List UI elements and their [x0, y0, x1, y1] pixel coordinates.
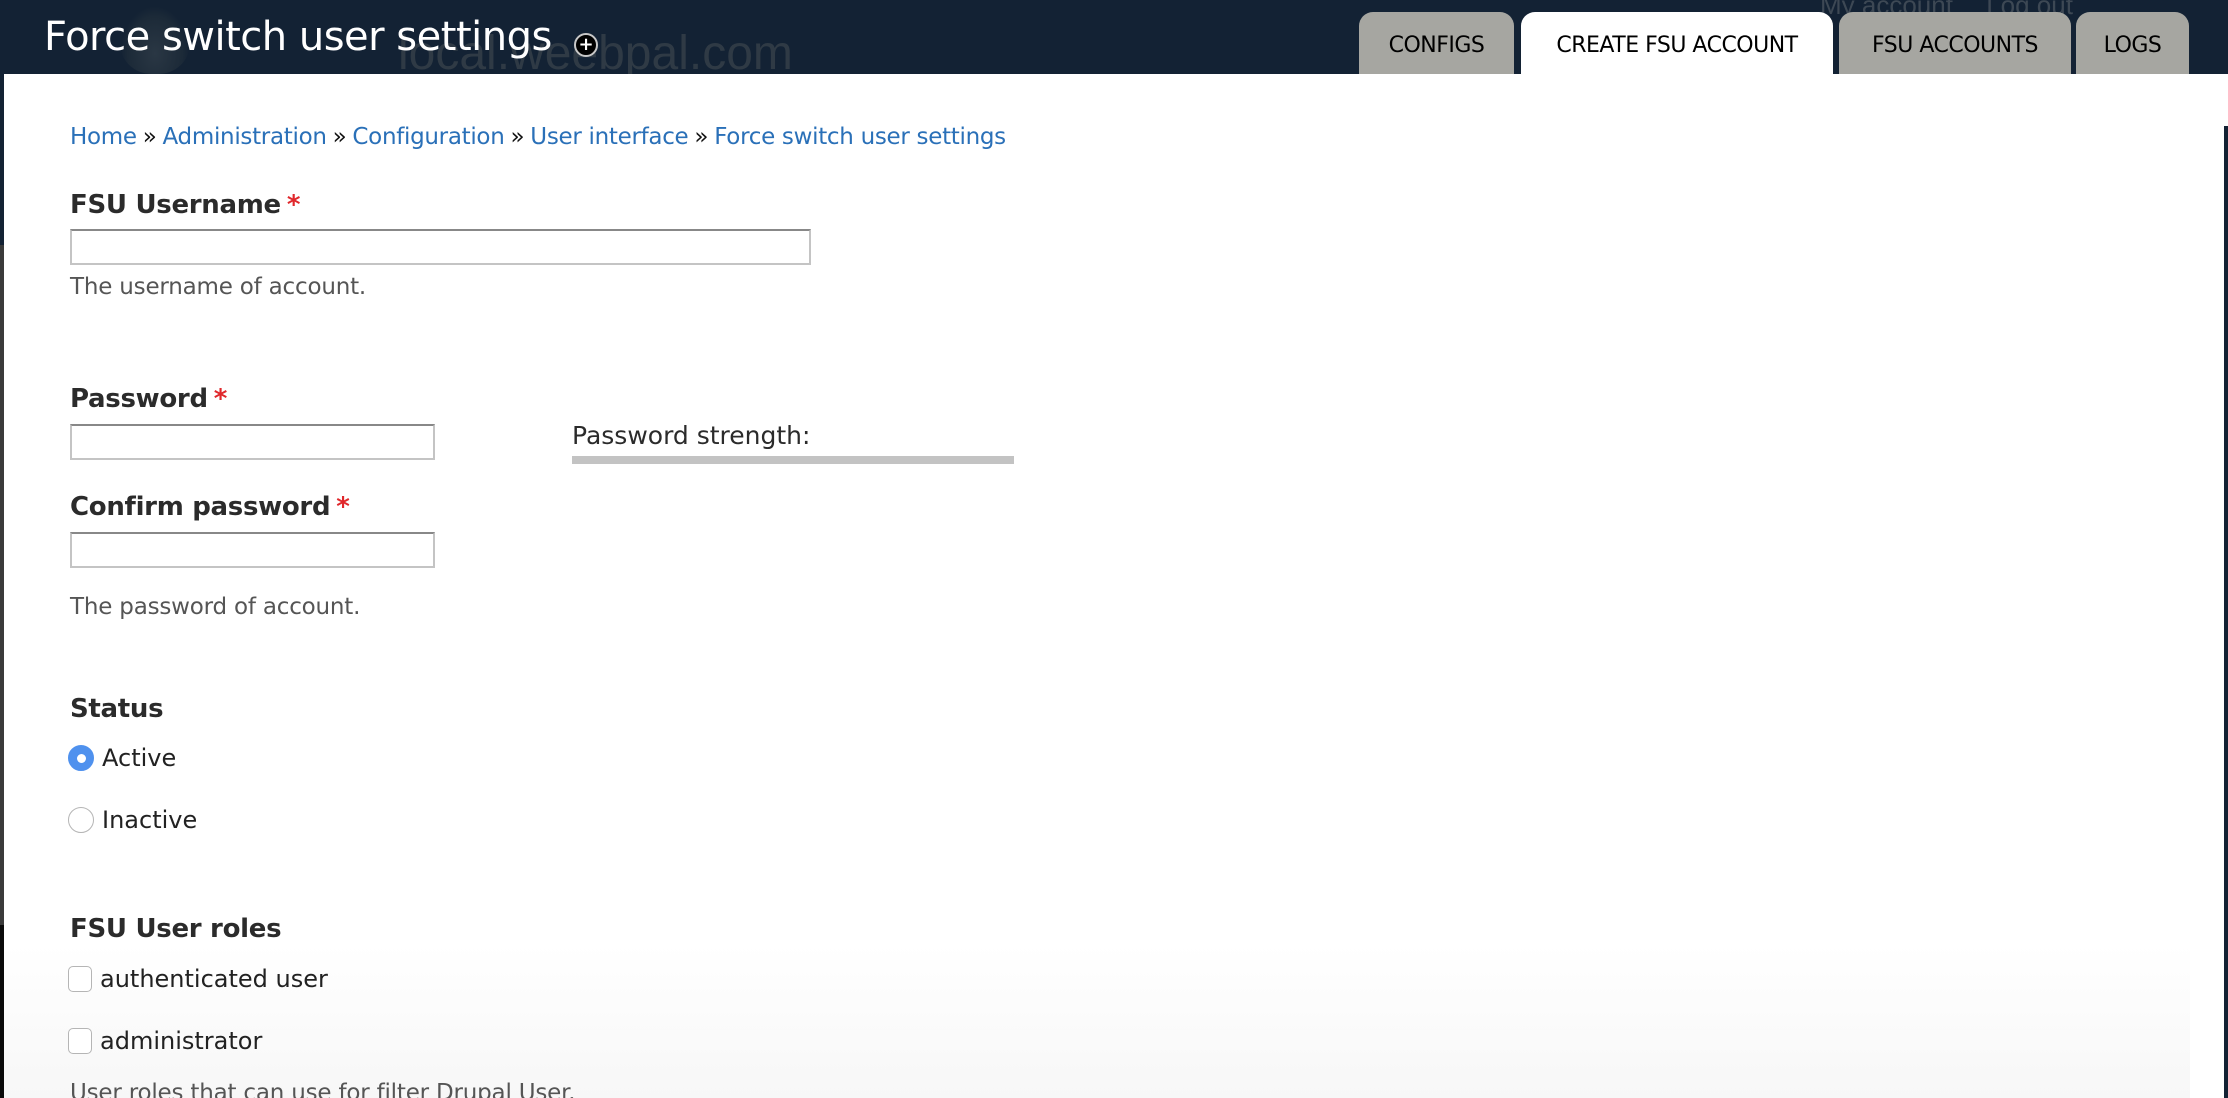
- status-label: Status: [70, 694, 164, 724]
- radio-button[interactable]: [68, 807, 94, 833]
- tab-label: LOGS: [2103, 32, 2162, 58]
- status-option-inactive[interactable]: Inactive: [68, 806, 197, 834]
- password-description: The password of account.: [70, 594, 361, 620]
- password-input[interactable]: [70, 424, 435, 460]
- tab-label: FSU ACCOUNTS: [1872, 32, 2039, 58]
- password-label: Password *: [70, 384, 227, 414]
- tab-fsu-accounts[interactable]: FSU ACCOUNTS: [1839, 12, 2071, 74]
- password-strength-label: Password strength:: [572, 421, 811, 450]
- required-marker: *: [286, 190, 301, 220]
- confirm-password-label-text: Confirm password: [70, 492, 331, 522]
- confirm-password-input[interactable]: [70, 532, 435, 568]
- checkbox[interactable]: [68, 1028, 92, 1054]
- page-header: local.weebpal.com My account Log out For…: [0, 0, 2228, 80]
- role-option-authenticated-user[interactable]: authenticated user: [68, 965, 328, 993]
- main-content: Home» Administration» Configuration» User i…: [4, 74, 2190, 1098]
- roles-label: FSU User roles: [70, 914, 282, 944]
- tab-label: CREATE FSU ACCOUNT: [1556, 32, 1798, 58]
- content-edge: [2190, 126, 2228, 1098]
- breadcrumb-administration[interactable]: Administration: [163, 124, 327, 150]
- breadcrumb-separator: »: [332, 124, 347, 150]
- page-title: Force switch user settings: [44, 14, 552, 60]
- breadcrumb-separator: »: [142, 124, 157, 150]
- breadcrumb-home[interactable]: Home: [70, 124, 137, 150]
- breadcrumb-separator: »: [694, 124, 709, 150]
- role-option-administrator[interactable]: administrator: [68, 1027, 262, 1055]
- tab-create-fsu-account[interactable]: CREATE FSU ACCOUNT: [1521, 12, 1833, 74]
- tab-label: CONFIGS: [1388, 32, 1485, 58]
- checkbox[interactable]: [68, 966, 92, 992]
- breadcrumb-separator: »: [510, 124, 525, 150]
- radio-label: Inactive: [102, 806, 198, 834]
- required-marker: *: [336, 492, 350, 522]
- tab-logs[interactable]: LOGS: [2076, 12, 2189, 74]
- username-label: FSU Username *: [70, 190, 300, 220]
- tab-configs[interactable]: CONFIGS: [1359, 12, 1514, 74]
- password-label-text: Password: [70, 384, 208, 414]
- breadcrumb-force-switch-user-settings[interactable]: Force switch user settings: [714, 124, 1006, 150]
- username-label-text: FSU Username: [70, 190, 281, 220]
- required-marker: *: [213, 384, 228, 414]
- username-input[interactable]: [70, 229, 811, 265]
- radio-button[interactable]: [68, 745, 94, 771]
- confirm-password-label: Confirm password *: [70, 492, 350, 522]
- scrollbar-edge: [2224, 126, 2228, 1098]
- breadcrumb-configuration[interactable]: Configuration: [352, 124, 504, 150]
- content-edge: [2190, 74, 2228, 126]
- plus-circle-icon[interactable]: +: [574, 33, 598, 57]
- roles-description: User roles that can use for filter Drupa…: [70, 1080, 576, 1098]
- checkbox-label: administrator: [100, 1027, 263, 1055]
- breadcrumb-user-interface[interactable]: User interface: [530, 124, 688, 150]
- username-description: The username of account.: [70, 274, 367, 300]
- app-window: local.weebpal.com My account Log out For…: [0, 0, 2228, 1098]
- password-strength-bar: [572, 456, 1014, 464]
- breadcrumb: Home» Administration» Configuration» User i…: [70, 124, 1006, 150]
- status-option-active[interactable]: Active: [68, 744, 176, 772]
- radio-label: Active: [102, 744, 177, 772]
- checkbox-label: authenticated user: [100, 965, 328, 993]
